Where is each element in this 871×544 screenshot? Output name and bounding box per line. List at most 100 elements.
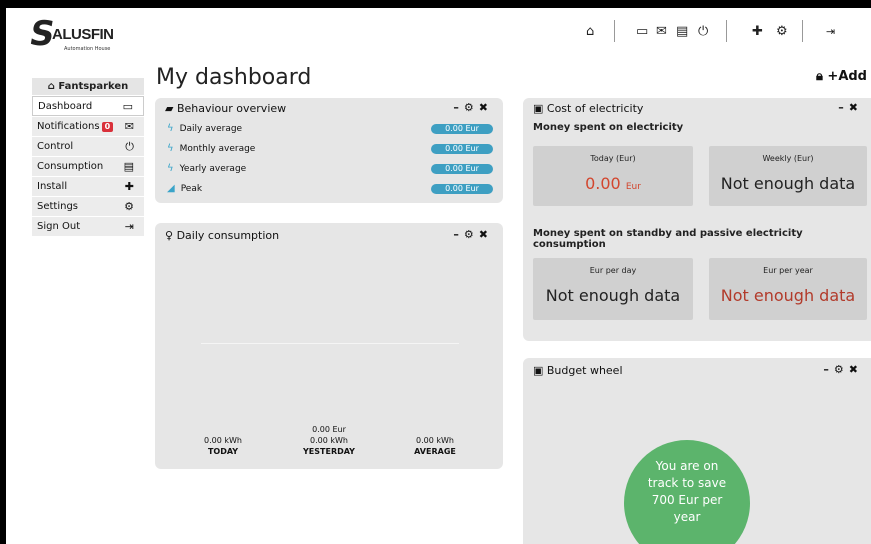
notification-count-badge: 0: [101, 122, 114, 132]
panel-controls: –⚙✖: [453, 228, 493, 241]
panel-title: ▣ Budget wheel: [533, 364, 623, 377]
toolbar-divider: [726, 20, 727, 42]
value-pill: 0.00 Eur: [431, 164, 493, 174]
minimize-icon[interactable]: –: [453, 228, 464, 241]
home-icon[interactable]: ⌂: [586, 25, 594, 39]
panel-controls: –✖: [838, 101, 863, 114]
sidebar-item-label: Control: [37, 141, 74, 152]
sidebar-item-dashboard[interactable]: Dashboard ▭: [32, 96, 144, 116]
toolbar-divider: [802, 20, 803, 42]
gear-icon[interactable]: ⚙: [834, 363, 849, 376]
value-pill: 0.00 Eur: [431, 144, 493, 154]
daily-consumption-panel: ♀ Daily consumption –⚙✖ 0.00 kWh TODAY 0.…: [155, 223, 503, 469]
today-cost-box: Today (Eur) 0.00 Eur: [533, 146, 693, 206]
money-icon: ▣: [533, 364, 547, 377]
box-label: Today (Eur): [590, 154, 636, 163]
budget-wheel-panel: ▣ Budget wheel –⚙✖ You are on track to s…: [523, 358, 871, 544]
power-icon: ⏻: [125, 140, 134, 153]
gear-icon: ⚙: [124, 200, 134, 213]
gear-icon[interactable]: ⚙: [776, 25, 788, 39]
sidebar-item-install[interactable]: Install ✚: [32, 177, 144, 196]
standby-day-value: Not enough data: [545, 286, 681, 305]
bolt-icon: ϟ: [167, 163, 174, 174]
plus-icon: ✚: [124, 180, 134, 193]
close-icon[interactable]: ✖: [479, 228, 493, 241]
today-cost-value: 0.00 Eur: [585, 174, 641, 193]
salusfin-logo[interactable]: S ALUSFIN Automation House: [26, 14, 140, 54]
sidebar-item-label: Consumption: [37, 161, 104, 172]
sidebar-item-consumption[interactable]: Consumption ▤: [32, 157, 144, 176]
budget-message: You are on track to save 700 Eur per yea…: [647, 459, 727, 524]
panel-title: ♀ Daily consumption: [165, 229, 280, 242]
chart-icon[interactable]: ▤: [676, 25, 688, 39]
envelope-icon: ✉: [124, 120, 134, 133]
envelope-settings-icon[interactable]: ✉: [656, 25, 667, 39]
list-item: ϟ Yearly average: [167, 163, 247, 174]
gear-icon[interactable]: ⚙: [464, 228, 479, 241]
minimize-icon[interactable]: –: [453, 101, 464, 114]
lightbulb-icon: ♀: [165, 229, 177, 242]
average-stat: 0.00 kWh AVERAGE: [414, 436, 456, 456]
sidebar-item-label: Settings: [37, 201, 79, 212]
sign-out-icon: ⇥: [124, 220, 134, 233]
monitor-icon: ▭: [122, 100, 133, 113]
chart-baseline: [201, 343, 459, 344]
logo-text: ALUSFIN: [52, 26, 114, 43]
book-icon: ▰: [165, 102, 177, 115]
list-item: ϟ Daily average: [167, 123, 243, 134]
behaviour-overview-panel: ▰ Behaviour overview –⚙✖ ϟ Daily average …: [155, 98, 503, 203]
sidebar-header[interactable]: ⌂ Fantsparken: [32, 78, 144, 95]
box-label: Weekly (Eur): [762, 154, 814, 163]
logo-tagline: Automation House: [64, 46, 111, 52]
panel-controls: –⚙✖: [823, 363, 863, 376]
value-pill: 0.00 Eur: [431, 184, 493, 194]
sidebar-item-label: Notifications: [37, 121, 100, 132]
today-stat: 0.00 kWh TODAY: [204, 436, 242, 456]
sidebar-item-notifications[interactable]: Notifications 0 ✉: [32, 117, 144, 136]
budget-wheel: You are on track to save 700 Eur per yea…: [624, 440, 750, 544]
page-title: My dashboard: [156, 65, 312, 90]
plus-icon[interactable]: ✚: [752, 25, 763, 39]
close-icon[interactable]: ✖: [479, 101, 493, 114]
standby-year-value: Not enough data: [720, 286, 856, 305]
sidebar-item-sign-out[interactable]: Sign Out ⇥: [32, 217, 144, 236]
minimize-icon[interactable]: –: [838, 101, 849, 114]
chart-icon: ▤: [123, 160, 134, 173]
box-label: Eur per day: [589, 266, 637, 275]
bolt-icon: ϟ: [167, 123, 174, 134]
panel-controls: –⚙✖: [453, 101, 493, 114]
box-label: Eur per year: [763, 266, 813, 275]
home-icon: ⌂: [47, 81, 59, 92]
sidebar-item-label: Sign Out: [37, 221, 81, 232]
bolt-icon: ϟ: [167, 143, 174, 154]
money-icon: ▣: [533, 102, 547, 115]
monitor-icon[interactable]: ▭: [636, 25, 648, 39]
panel-title: ▣ Cost of electricity: [533, 102, 644, 115]
close-icon[interactable]: ✖: [849, 101, 863, 114]
yesterday-stat: 0.00 Eur 0.00 kWh YESTERDAY: [303, 425, 355, 456]
app-window: S ALUSFIN Automation House ⌂ ▭ ✉ ▤ ⏻ ✚ ⚙…: [6, 8, 871, 544]
sidebar: ⌂ Fantsparken Dashboard ▭ Notifications 0 ✉…: [32, 78, 144, 236]
power-icon[interactable]: ⏻: [698, 25, 708, 39]
toolbar-divider: [614, 20, 615, 42]
standby-day-box: Eur per day Not enough data: [533, 258, 693, 320]
sidebar-header-label: Fantsparken: [58, 81, 129, 92]
weekly-cost-box: Weekly (Eur) Not enough data: [709, 146, 867, 206]
weekly-cost-value: Not enough data: [720, 174, 856, 193]
cost-of-electricity-panel: ▣ Cost of electricity –✖ Money spent on …: [523, 98, 871, 341]
sidebar-item-label: Install: [37, 181, 68, 192]
sidebar-item-control[interactable]: Control ⏻: [32, 137, 144, 156]
area-chart-icon: ◢: [167, 183, 175, 194]
lock-icon[interactable]: 🔒︎: [816, 69, 823, 84]
close-icon[interactable]: ✖: [849, 363, 863, 376]
add-widget-button[interactable]: 🔒︎ +Add: [816, 69, 867, 84]
standby-year-box: Eur per year Not enough data: [709, 258, 867, 320]
sign-out-icon[interactable]: ⇥: [826, 25, 835, 39]
list-item: ◢ Peak: [167, 183, 203, 194]
sidebar-item-settings[interactable]: Settings ⚙: [32, 197, 144, 216]
minimize-icon[interactable]: –: [823, 363, 834, 376]
section-heading: Money spent on electricity: [533, 122, 684, 133]
panel-title: ▰ Behaviour overview: [165, 102, 287, 115]
gear-icon[interactable]: ⚙: [464, 101, 479, 114]
value-pill: 0.00 Eur: [431, 124, 493, 134]
